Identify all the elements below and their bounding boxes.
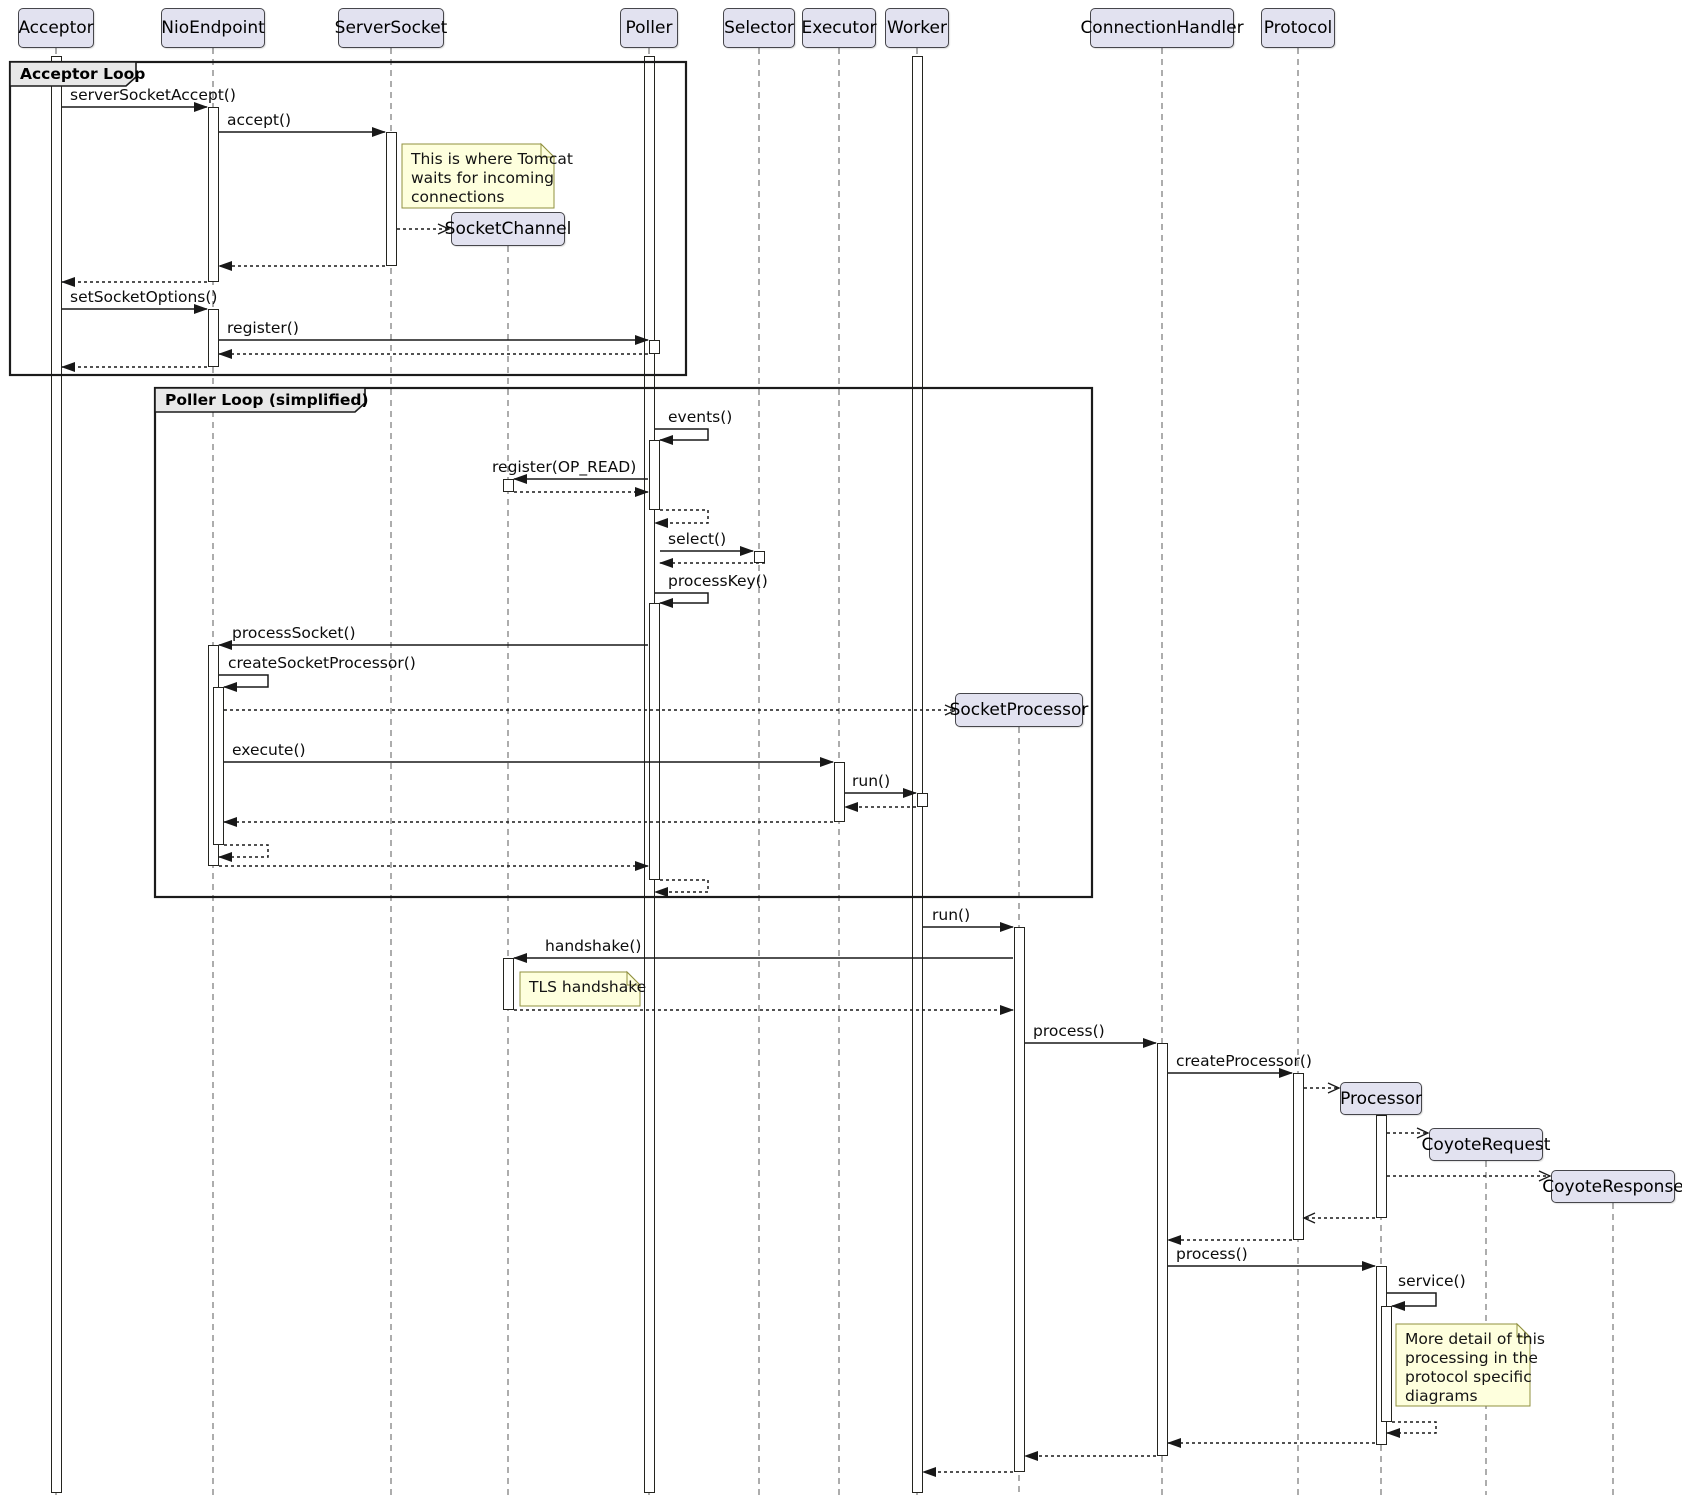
message-arrow-service bbox=[1387, 1293, 1436, 1306]
note-line: More detail of this bbox=[1405, 1330, 1545, 1349]
frame-acceptor-loop bbox=[10, 62, 686, 375]
message-label: createSocketProcessor() bbox=[228, 654, 416, 672]
sequence-diagram: Acceptor Loop Poller Loop (simplified) ser… bbox=[0, 0, 1682, 1495]
note-line: protocol specific bbox=[1405, 1368, 1532, 1387]
message-arrow-selfret bbox=[655, 880, 708, 892]
message-label: run() bbox=[932, 906, 970, 924]
participant-box-protocol: Protocol bbox=[1261, 8, 1335, 48]
participant-box-poller: Poller bbox=[620, 8, 678, 48]
message-label: setSocketOptions() bbox=[70, 288, 217, 306]
participant-box-connectionhandler: ConnectionHandler bbox=[1090, 8, 1234, 48]
participant-box-nioendpoint: NioEndpoint bbox=[161, 8, 265, 48]
note-line: processing in the bbox=[1405, 1349, 1538, 1368]
message-label: select() bbox=[668, 530, 726, 548]
frame-title: Acceptor Loop bbox=[20, 65, 145, 83]
message-arrow-createsocketprocessor bbox=[219, 675, 268, 687]
participant-box-selector: Selector bbox=[723, 8, 795, 48]
message-arrow-events bbox=[655, 429, 708, 440]
message-label: process() bbox=[1176, 1245, 1248, 1263]
message-arrow-selfret bbox=[1387, 1422, 1436, 1433]
message-label: processSocket() bbox=[232, 624, 356, 642]
note-line: connections bbox=[411, 188, 504, 207]
message-label: register(OP_READ) bbox=[492, 458, 636, 476]
message-label: serverSocketAccept() bbox=[70, 86, 236, 104]
note-line: diagrams bbox=[1405, 1387, 1478, 1406]
participant-box-serversocket: ServerSocket bbox=[338, 8, 444, 48]
participant-box-socketprocessor: SocketProcessor bbox=[955, 693, 1083, 727]
participant-box-acceptor: Acceptor bbox=[18, 8, 94, 48]
participant-box-coyoterequest: CoyoteRequest bbox=[1429, 1128, 1543, 1161]
message-arrow-selfret bbox=[219, 845, 268, 857]
message-label: execute() bbox=[232, 741, 306, 759]
note-line: waits for incoming bbox=[411, 169, 554, 188]
participant-box-executor: Executor bbox=[802, 8, 876, 48]
note-line: This is where Tomcat bbox=[411, 150, 573, 169]
participant-box-coyoteresponse: CoyoteResponse bbox=[1551, 1170, 1675, 1203]
participant-box-socketchannel: SocketChannel bbox=[451, 212, 565, 246]
message-label: processKey() bbox=[668, 572, 768, 590]
message-label: service() bbox=[1398, 1272, 1466, 1290]
message-arrow-selfret bbox=[655, 510, 708, 523]
message-label: process() bbox=[1033, 1022, 1105, 1040]
message-label: events() bbox=[668, 408, 732, 426]
message-label: handshake() bbox=[545, 937, 641, 955]
participant-box-processor: Processor bbox=[1340, 1082, 1422, 1115]
message-label: register() bbox=[227, 319, 299, 337]
message-label: run() bbox=[852, 772, 890, 790]
message-label: createProcessor() bbox=[1176, 1052, 1312, 1070]
participant-box-worker: Worker bbox=[885, 8, 949, 48]
message-label: accept() bbox=[227, 111, 291, 129]
frame-title: Poller Loop (simplified) bbox=[165, 391, 369, 409]
note-line: TLS handshake bbox=[529, 978, 646, 997]
message-arrow-processkey bbox=[655, 593, 708, 603]
